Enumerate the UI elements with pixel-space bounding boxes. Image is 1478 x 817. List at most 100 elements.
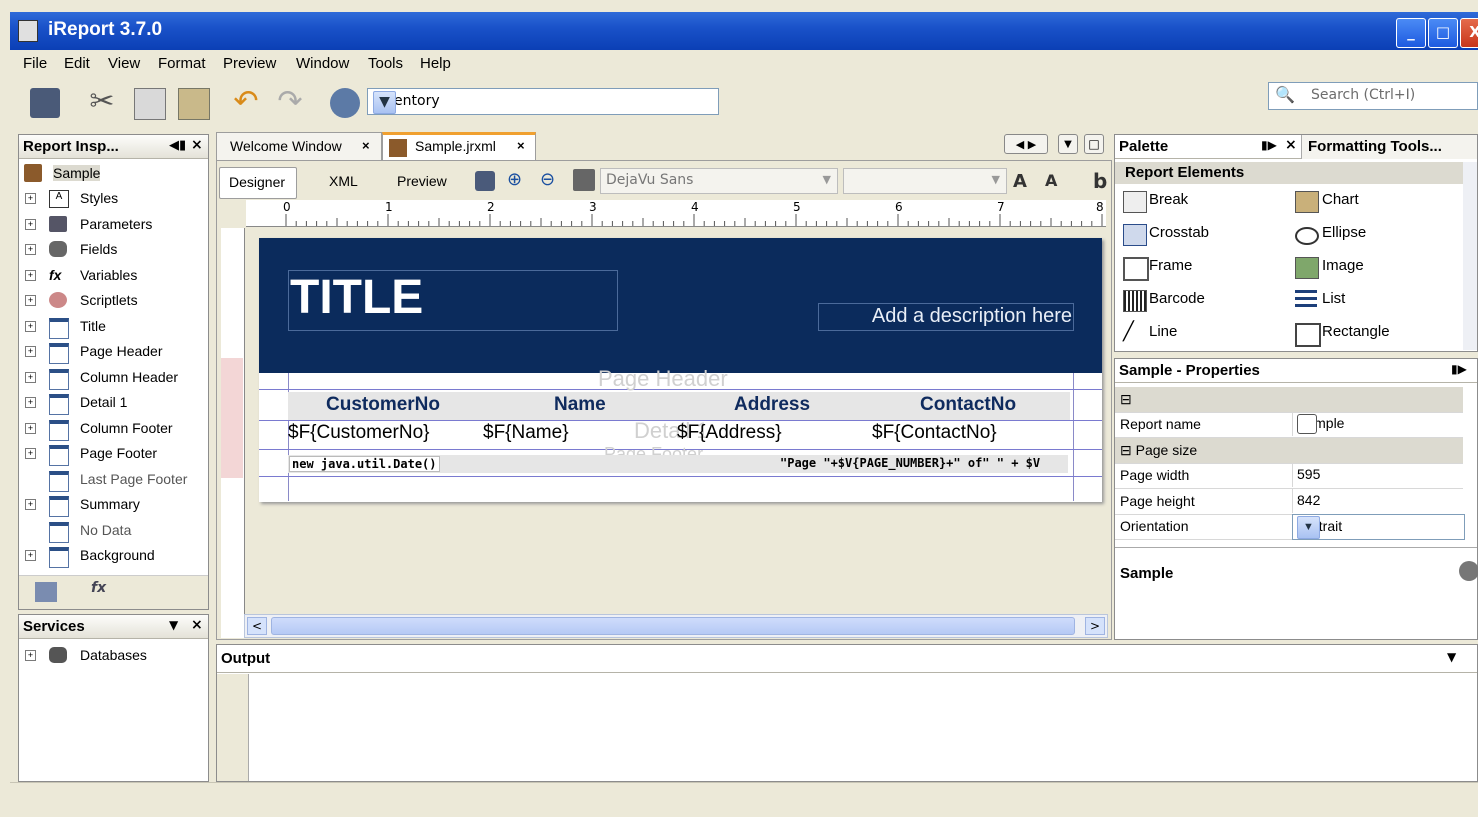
paste-icon[interactable]	[178, 88, 210, 120]
add-variable-icon[interactable]: fx	[91, 580, 106, 596]
menu-window[interactable]: Window	[296, 55, 349, 72]
field-contactno[interactable]: $F{ContactNo}	[872, 422, 997, 444]
tab-list-icon[interactable]: ▼	[1058, 134, 1078, 154]
redo-icon[interactable]: ↷	[275, 87, 305, 118]
palette-item-line[interactable]: Line	[1149, 323, 1177, 340]
tree-item-last-page-footer[interactable]: Last Page Footer	[19, 469, 208, 492]
menu-tools[interactable]: Tools	[368, 55, 403, 72]
chevron-down-icon[interactable]: ▼	[373, 91, 396, 114]
prop-value-cell[interactable]: Sample	[1292, 412, 1464, 436]
menu-file[interactable]: File	[23, 55, 47, 72]
menu-edit[interactable]: Edit	[64, 55, 90, 72]
palette-scrollbar[interactable]	[1463, 162, 1477, 350]
orientation-select[interactable]: Portrait▼	[1292, 514, 1465, 540]
prop-page-height[interactable]: Page height 842	[1115, 489, 1463, 515]
tree-item-styles[interactable]: + A Styles	[19, 188, 208, 210]
minimize-panel-icon[interactable]: ▮▶	[1451, 362, 1467, 376]
expand-icon[interactable]: +	[25, 397, 36, 408]
tree-item-page-header[interactable]: + Page Header	[19, 341, 208, 364]
close-tab-icon[interactable]: ×	[362, 138, 370, 153]
chevron-down-icon[interactable]: ▼	[992, 173, 1000, 186]
tree-item-background[interactable]: + Background	[19, 545, 208, 568]
tree-item-page-footer[interactable]: + Page Footer	[19, 443, 208, 466]
palette-item-crosstab[interactable]: Crosstab	[1149, 224, 1209, 241]
tree-item-column-footer[interactable]: + Column Footer	[19, 418, 208, 441]
scroll-left-icon[interactable]: <	[247, 617, 267, 635]
tab-formatting-tools[interactable]: Formatting Tools...	[1301, 135, 1477, 159]
horizontal-scrollbar[interactable]: < >	[244, 614, 1108, 638]
minimize-panel-icon[interactable]: ▼	[169, 618, 178, 632]
expand-icon[interactable]: +	[25, 650, 36, 661]
expand-icon[interactable]: +	[25, 321, 36, 332]
palette-item-barcode[interactable]: Barcode	[1149, 290, 1205, 307]
zoom-out-icon[interactable]: ⊖	[540, 169, 555, 190]
minimize-panel-icon[interactable]: ▮▶	[1261, 138, 1277, 152]
expand-icon[interactable]: +	[25, 219, 36, 230]
scrollbar-thumb[interactable]	[271, 617, 1075, 635]
datasource-select[interactable]: inventory ▼	[367, 88, 719, 115]
maximize-editor-icon[interactable]: □	[1084, 134, 1104, 154]
menu-preview[interactable]: Preview	[223, 55, 276, 72]
subtab-preview[interactable]: Preview	[397, 167, 457, 197]
cut-icon[interactable]: ✂	[87, 87, 117, 118]
column-header-contactno[interactable]: ContactNo	[920, 394, 1016, 416]
column-header-address[interactable]: Address	[734, 394, 810, 416]
chevron-down-icon[interactable]: ▼	[1297, 516, 1320, 539]
palette-title[interactable]: Palette	[1119, 138, 1168, 155]
tree-item-column-header[interactable]: + Column Header	[19, 367, 208, 390]
font-size-select[interactable]: ▼	[843, 168, 1007, 194]
footer-page-number-field[interactable]: "Page "+$V{PAGE_NUMBER}+" of" " + $V	[780, 456, 1040, 470]
minimize-panel-icon[interactable]: ◀▮	[169, 138, 186, 153]
tab-scroll-arrows-icon[interactable]: ◀ ▶	[1004, 134, 1048, 154]
palette-item-list[interactable]: List	[1322, 290, 1345, 307]
column-header-customerno[interactable]: CustomerNo	[326, 394, 440, 416]
minimize-button[interactable]: _	[1396, 18, 1426, 48]
add-parameter-icon[interactable]	[35, 582, 57, 602]
expand-icon[interactable]: +	[25, 346, 36, 357]
expand-icon[interactable]: +	[25, 499, 36, 510]
prop-value-cell[interactable]: 842	[1292, 489, 1464, 513]
database-query-icon[interactable]	[475, 171, 495, 191]
palette-item-ellipse[interactable]: Ellipse	[1322, 224, 1366, 241]
font-select[interactable]: DejaVu Sans ▼	[600, 168, 838, 194]
prop-group-page-size[interactable]: ⊟ Page size	[1115, 438, 1463, 464]
expand-icon[interactable]: +	[25, 372, 36, 383]
tree-item-parameters[interactable]: + Parameters	[19, 214, 208, 236]
zoom-in-icon[interactable]: ⊕	[507, 169, 522, 190]
decrease-font-icon[interactable]: A	[1045, 171, 1057, 190]
field-customerno[interactable]: $F{CustomerNo}	[288, 422, 430, 444]
search-input[interactable]: 🔍 Search (Ctrl+I)	[1268, 82, 1478, 110]
edit-ellipsis-button[interactable]	[1297, 414, 1317, 434]
prop-value-cell[interactable]: 595	[1292, 463, 1464, 487]
tab-welcome-window[interactable]: Welcome Window ×	[216, 132, 382, 161]
field-address[interactable]: $F{Address}	[677, 422, 782, 444]
tree-item-scriptlets[interactable]: + Scriptlets	[19, 290, 208, 312]
undo-icon[interactable]: ↶	[231, 87, 261, 118]
tree-root-sample[interactable]: Sample	[19, 163, 208, 185]
tab-sample-jrxml[interactable]: Sample.jrxml ×	[382, 132, 536, 163]
menu-view[interactable]: View	[108, 55, 140, 72]
window-titlebar[interactable]: iReport 3.7.0 _ □ X	[10, 12, 1478, 50]
expand-icon[interactable]: +	[25, 448, 36, 459]
palette-item-rectangle[interactable]: Rectangle	[1322, 323, 1390, 340]
column-header-name[interactable]: Name	[554, 394, 606, 416]
maximize-button[interactable]: □	[1428, 18, 1458, 48]
copy-icon[interactable]	[134, 88, 166, 120]
save-icon[interactable]	[30, 88, 60, 118]
menu-format[interactable]: Format	[158, 55, 206, 72]
expand-icon[interactable]: +	[25, 295, 36, 306]
tree-item-no-data[interactable]: No Data	[19, 520, 208, 543]
subtab-designer[interactable]: Designer	[219, 167, 297, 199]
close-button[interactable]: X	[1460, 18, 1478, 48]
tree-item-fields[interactable]: + Fields	[19, 239, 208, 261]
collapse-icon[interactable]: ⊟	[1120, 391, 1132, 408]
prop-report-name[interactable]: Report name Sample	[1115, 412, 1463, 438]
field-name[interactable]: $F{Name}	[483, 422, 569, 444]
close-panel-icon[interactable]: ×	[191, 617, 203, 633]
palette-group-header[interactable]: Report Elements	[1115, 162, 1463, 184]
properties-group-row[interactable]: ⊟	[1115, 387, 1463, 413]
expand-icon[interactable]: +	[25, 423, 36, 434]
subtab-xml[interactable]: XML	[327, 167, 367, 197]
tree-item-variables[interactable]: + fx Variables	[19, 265, 208, 287]
tree-item-title[interactable]: + Title	[19, 316, 208, 339]
